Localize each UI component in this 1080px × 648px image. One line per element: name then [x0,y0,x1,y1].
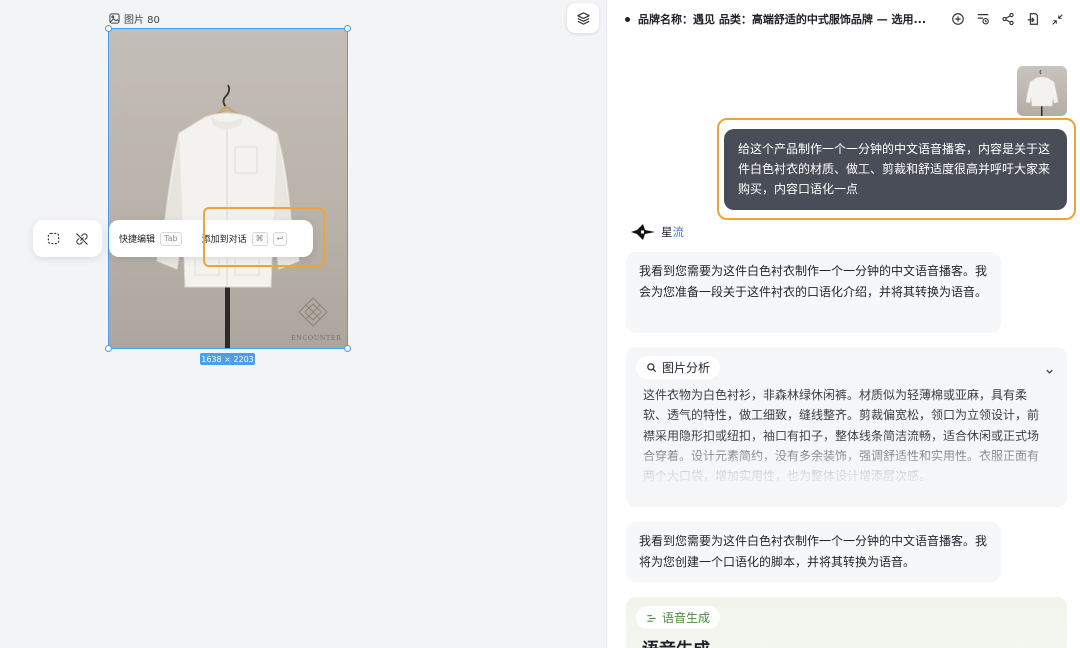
assistant-name: 星流 [661,225,684,239]
shirt-thumbnail [1025,69,1059,116]
attached-image-thumbnail[interactable] [1017,66,1067,116]
header-actions [949,11,1066,28]
add-to-chat-label: 添加到对话 [201,235,247,245]
crop-button[interactable] [41,227,65,251]
image-analysis-card: 图片分析 这件衣物为白色衬衫，非森林绿休闲裤。材质似为轻薄棉或亚麻，具有柔软、透… [626,347,1067,507]
layers-button[interactable] [567,3,599,33]
audio-wave-icon [647,615,656,622]
quick-action-toolbar: 快捷编辑 Tab 添加到对话 ⌘ ↩ [109,220,313,257]
resize-handle-bottom-right[interactable] [344,345,351,352]
history-button[interactable] [974,11,991,28]
assistant-reply-1: 我看到您需要为这件白色衬衣制作一个一分钟的中文语音播客。我会为您准备一段关于这件… [626,252,1001,333]
speech-generation-title: 语音生成 [642,635,710,648]
collapse-button[interactable] [1049,11,1066,28]
speech-generation-card: 语音生成 语音生成 [626,597,1067,648]
frame-label[interactable]: 图片 80 [109,11,160,26]
add-chat-icon [951,13,964,25]
command-key-icon: ⌘ [251,231,268,246]
assistant-logo-icon [631,224,655,240]
resize-handle-bottom-left[interactable] [105,345,112,352]
enter-key-icon: ↩ [272,231,288,246]
expand-analysis-button[interactable] [1044,362,1055,381]
layers-icon [576,11,590,25]
chat-title[interactable]: 品牌名称：遇见 品类：高端舒适的中式服饰品牌 — 选用... [638,11,941,27]
chevron-down-icon [1046,369,1053,374]
collapse-icon [1052,13,1063,25]
export-icon [1027,13,1038,25]
selection-toolbar [33,220,102,257]
brand-logo [298,297,328,327]
shirt-illustration [156,84,328,348]
canvas-area[interactable]: 图片 80 ENCOUNTER 1638 × 2203 快捷编辑 Tab 添加到… [0,0,606,648]
speech-generation-chip: 语音生成 [636,606,721,629]
status-dot [625,16,630,22]
assistant-reply-2: 我看到您需要为这件白色衬衣制作一个一分钟的中文语音播客。我将为您创建一个口语化的… [626,522,1001,582]
share-icon [1001,12,1014,26]
add-to-chat-button[interactable]: 添加到对话 ⌘ ↩ [201,231,288,246]
resize-handle-top-right[interactable] [344,25,351,32]
image-icon [109,13,120,24]
quick-edit-button[interactable]: 快捷编辑 Tab [119,231,182,246]
speech-generation-label: 语音生成 [662,611,711,625]
share-button[interactable] [999,11,1016,28]
assistant-name-row: 星流 [631,224,684,240]
chat-panel: 品牌名称：遇见 品类：高端舒适的中式服饰品牌 — 选用... 给这个产品制作一个… [606,0,1080,648]
export-button[interactable] [1024,11,1041,28]
resize-handle-top-left[interactable] [105,25,112,32]
brand-watermark: ENCOUNTER [291,334,342,342]
analysis-fade-overlay [626,435,1067,507]
history-icon [977,14,989,25]
chat-header: 品牌名称：遇见 品类：高端舒适的中式服饰品牌 — 选用... [607,0,1080,38]
image-analysis-label: 图片分析 [662,361,711,375]
quick-edit-shortcut: Tab [160,231,182,246]
product-image[interactable]: ENCOUNTER [108,28,348,349]
remove-link-button[interactable] [70,227,94,251]
user-message-bubble: 给这个产品制作一个一分钟的中文语音播客，内容是关于这件白色衬衣的材质、做工、剪裁… [724,129,1067,210]
image-size-badge: 1638 × 2203 [200,353,255,365]
image-analysis-chip: 图片分析 [636,356,721,379]
search-icon [647,363,657,373]
frame-label-text: 图片 80 [124,15,160,26]
select-area-icon [47,232,59,245]
quick-edit-label: 快捷编辑 [119,235,156,245]
new-chat-button[interactable] [949,11,966,28]
unlink-icon [75,232,88,245]
